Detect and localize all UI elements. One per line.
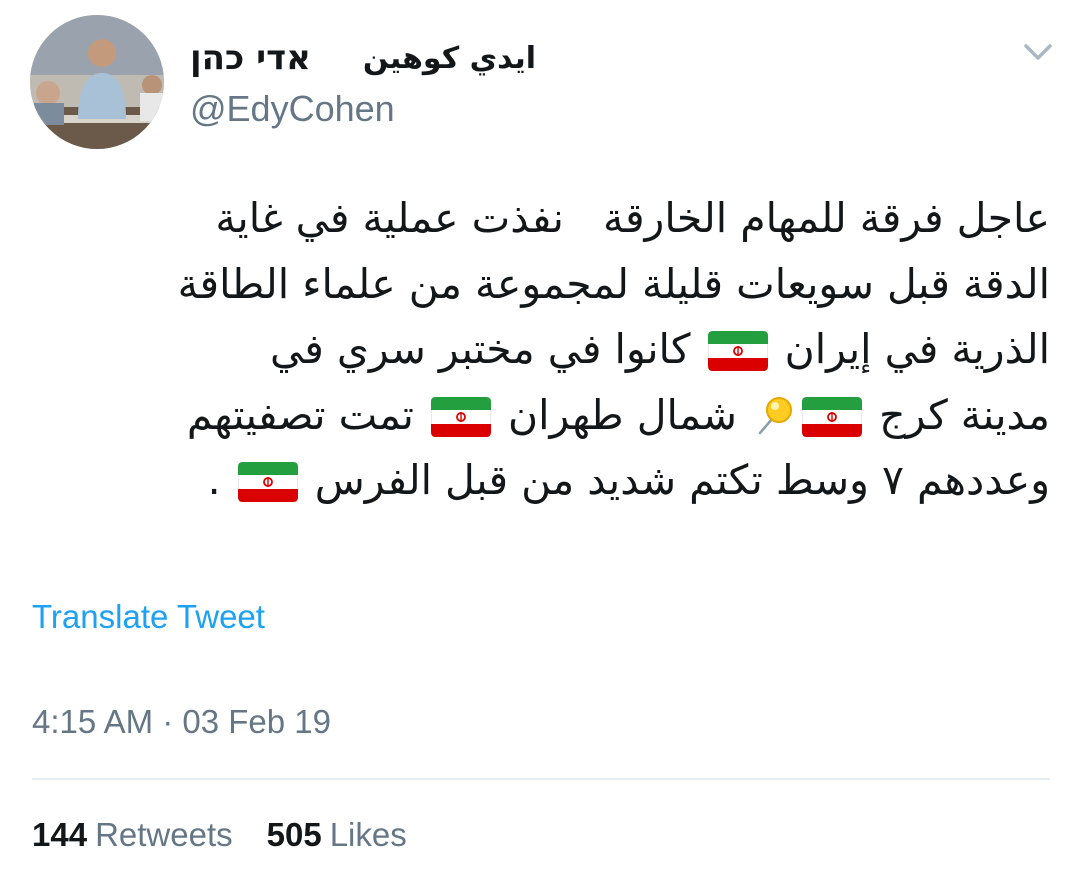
likes-stat[interactable]: 505 Likes [267,816,407,854]
tweet-text-segment: . [207,456,234,504]
chevron-down-icon[interactable] [1022,40,1054,64]
tweet-text-segment: مدينة كرج [866,390,1050,439]
iran-flag-emoji [430,396,491,437]
author-name-arabic[interactable]: ايدي كوهين [363,41,536,76]
author-name-row[interactable]: אדי כהן ايدي كوهين [190,36,610,80]
iran-flag-emoji [237,462,298,502]
retweets-stat[interactable]: 144 Retweets [32,816,233,854]
retweets-label: Retweets [95,816,233,853]
tweet-text-segment: شمال طهران [494,390,751,439]
tweet-timestamp[interactable]: 4:15 AM · 03 Feb 19 [32,703,331,741]
tweet-line: الذرية في إيران كانوا في مختبر سري في [60,317,1050,383]
tweet-text-segment: تمت تصفيتهم [186,390,427,439]
tweet-line: وعددهم ٧ وسط تكتم شديد من قبل الفرس . [60,448,1050,514]
iran-flag-emoji [802,396,863,437]
avatar[interactable] [30,15,164,149]
likes-label: Likes [329,816,407,853]
tweet-text-segment: عاجل فرقة للمهام الخارقة نفذت عملية في غ… [215,194,1050,242]
tweet-text-segment: وعددهم ٧ وسط تكتم شديد من قبل الفرس [301,456,1050,504]
tweet-line: عاجل فرقة للمهام الخارقة نفذت عملية في غ… [60,186,1050,252]
tweet-text-segment: كانوا في مختبر سري في [270,325,704,373]
tweet-stats: 144 Retweets 505 Likes [32,816,407,854]
tweet-text: عاجل فرقة للمهام الخارقة نفذت عملية في غ… [60,186,1050,514]
author-name-hebrew[interactable]: אדי כהן [190,38,311,78]
divider [32,778,1050,780]
retweets-count: 144 [32,816,88,853]
tweet-line: مدينة كرج شمال طهران تمت تصفيتهم [60,383,1050,449]
tweet-text-segment: الذرية في إيران [771,325,1050,373]
translate-tweet-link[interactable]: Translate Tweet [32,598,265,636]
iran-flag-emoji [707,331,768,371]
pushpin-emoji [754,393,794,437]
tweet-text-segment: الدقة قبل سويعات قليلة لمجموعة من علماء … [177,259,1050,308]
author-handle[interactable]: @EdyCohen [190,88,395,130]
tweet-line: الدقة قبل سويعات قليلة لمجموعة من علماء … [60,252,1050,318]
likes-count: 505 [266,816,322,853]
